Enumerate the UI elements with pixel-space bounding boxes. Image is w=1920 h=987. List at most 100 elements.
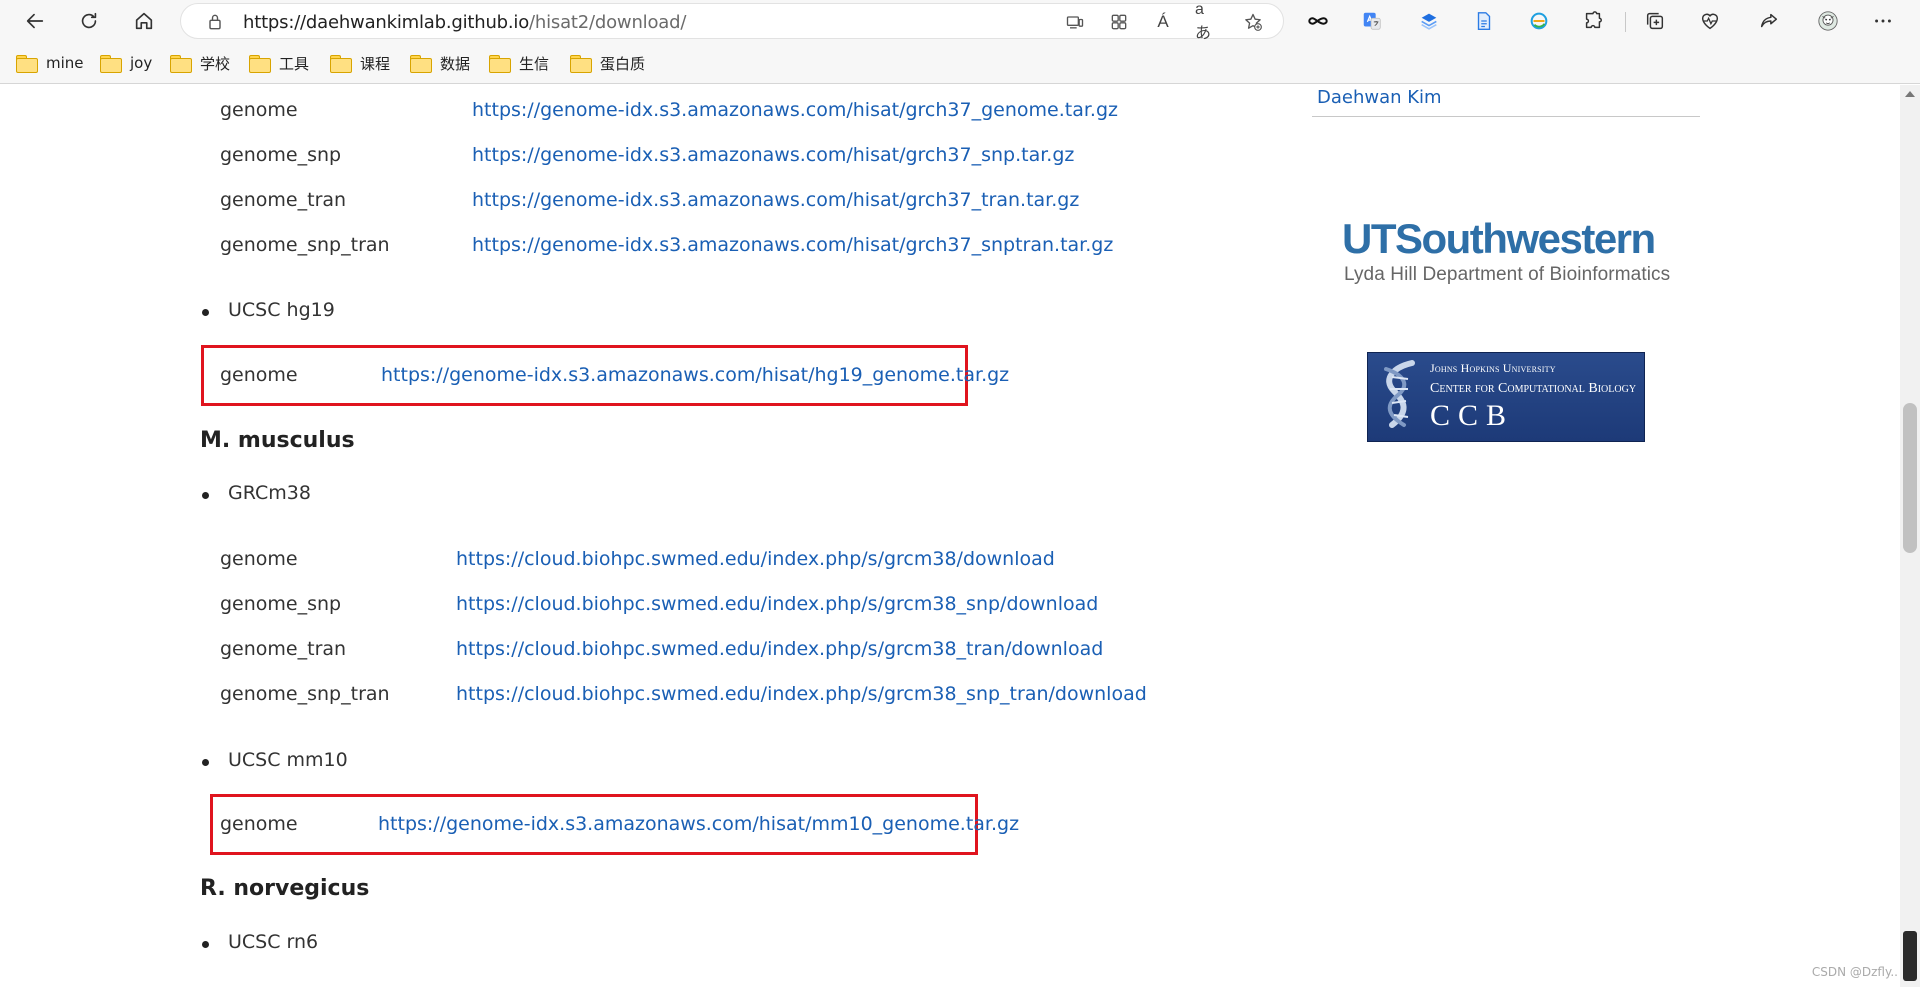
page-scrollbar[interactable]	[1900, 85, 1920, 987]
profile-button[interactable]	[1811, 4, 1845, 38]
author-link[interactable]: Daehwan Kim	[1317, 87, 1442, 108]
bookmark-label: 工具	[279, 54, 310, 73]
bookmark-folder-data[interactable]: 数据	[410, 52, 470, 74]
bookmark-folder-bioinfo[interactable]: 生信	[489, 52, 549, 74]
download-link-grcm38-snp-tran[interactable]: https://cloud.biohpc.swmed.edu/index.php…	[456, 683, 1147, 705]
url-host: https://daehwankimlab.github.io	[243, 12, 530, 33]
watermark-text: CSDN @Dzfly..	[1811, 965, 1898, 979]
back-arrow-icon	[26, 13, 44, 29]
section-title-r-norvegicus: R. norvegicus	[200, 876, 370, 901]
layers-icon	[1421, 13, 1437, 30]
download-link-grcm38-tran[interactable]: https://cloud.biohpc.swmed.edu/index.php…	[456, 638, 1103, 660]
bookmark-folder-courses[interactable]: 课程	[330, 52, 390, 74]
row-label: genome	[220, 813, 298, 835]
ccb-center-text: Center for Computational Biology	[1430, 381, 1637, 396]
heartbeat-icon	[1701, 13, 1719, 30]
bookmark-folder-tools[interactable]: 工具	[249, 52, 309, 74]
home-icon	[135, 12, 153, 30]
download-link-grch37-genome[interactable]: https://genome-idx.s3.amazonaws.com/hisa…	[472, 99, 1118, 121]
url-path: /hisat2/download/	[529, 12, 687, 33]
home-button[interactable]	[127, 4, 161, 38]
share-icon	[1760, 13, 1778, 28]
row-label: genome	[220, 548, 298, 570]
utsw-department-text: Lyda Hill Department of Bioinformatics	[1344, 264, 1671, 285]
back-button[interactable]	[18, 4, 52, 38]
url-text[interactable]: https://daehwankimlab.github.io/hisat2/d…	[243, 12, 686, 33]
bookmark-folder-protein[interactable]: 蛋白质	[570, 52, 645, 74]
infinity-extension-button[interactable]	[1301, 4, 1335, 38]
ccb-university-text: Johns Hopkins University	[1430, 361, 1556, 375]
bookmark-label: 蛋白质	[600, 54, 646, 73]
scrollbar-thumb[interactable]	[1903, 403, 1917, 553]
download-link-grch37-snp[interactable]: https://genome-idx.s3.amazonaws.com/hisa…	[472, 144, 1074, 166]
row-label: genome	[220, 99, 298, 121]
edge-e-icon	[1530, 12, 1548, 30]
folder-icon	[410, 55, 432, 73]
bookmark-folder-school[interactable]: 学校	[170, 52, 230, 74]
add-favorite-icon[interactable]	[1241, 10, 1265, 34]
document-extension[interactable]	[1467, 4, 1501, 38]
folder-icon	[16, 55, 38, 73]
collections-icon	[1646, 12, 1664, 30]
folder-icon	[489, 55, 511, 73]
collections-button[interactable]	[1638, 4, 1672, 38]
ut-southwestern-logo[interactable]: UTSouthwestern Lyda Hill Department of B…	[1340, 215, 1680, 285]
bookmark-label: 生信	[519, 54, 550, 73]
row-label: genome_snp_tran	[220, 683, 390, 705]
share-button[interactable]	[1752, 4, 1786, 38]
google-translate-extension[interactable]	[1355, 4, 1389, 38]
download-link-grch37-snptran[interactable]: https://genome-idx.s3.amazonaws.com/hisa…	[472, 234, 1113, 256]
bookmarks-bar: mine joy 学校 工具 课程 数据 生信 蛋白质	[0, 42, 1920, 84]
document-icon	[1477, 12, 1491, 30]
folder-icon	[249, 55, 271, 73]
download-link-grch37-tran[interactable]: https://genome-idx.s3.amazonaws.com/hisa…	[472, 189, 1079, 211]
folder-icon	[170, 55, 192, 73]
row-label: genome_snp	[220, 144, 342, 166]
page-content: genome https://genome-idx.s3.amazonaws.c…	[0, 85, 1900, 987]
jhu-ccb-logo[interactable]: Johns Hopkins University Center for Comp…	[1367, 352, 1645, 442]
download-link-mm10-genome[interactable]: https://genome-idx.s3.amazonaws.com/hisa…	[378, 813, 1019, 835]
google-translate-icon	[1363, 12, 1381, 30]
bookmark-label: joy	[130, 54, 153, 72]
ccb-acronym-text: CCB	[1430, 399, 1515, 432]
more-options-button[interactable]	[1866, 4, 1900, 38]
row-label: genome	[220, 364, 298, 386]
bookmark-label: 课程	[360, 54, 391, 73]
bookmark-label: 数据	[440, 54, 471, 73]
extensions-button[interactable]	[1576, 4, 1610, 38]
bookmark-folder-mine[interactable]: mine	[16, 52, 84, 74]
browser-toolbar: https://daehwankimlab.github.io/hisat2/d…	[0, 0, 1920, 42]
row-label: genome_tran	[220, 638, 347, 660]
row-label: genome_tran	[220, 189, 347, 211]
refresh-button[interactable]	[72, 4, 106, 38]
lock-icon[interactable]	[203, 10, 227, 34]
scrollbar-bottom-widget	[1903, 931, 1917, 981]
download-link-grcm38-genome[interactable]: https://cloud.biohpc.swmed.edu/index.php…	[456, 548, 1055, 570]
download-link-hg19-genome[interactable]: https://genome-idx.s3.amazonaws.com/hisa…	[381, 364, 1009, 386]
row-label: genome_snp_tran	[220, 234, 390, 256]
apps-grid-icon[interactable]	[1107, 10, 1131, 34]
edge-extension[interactable]	[1522, 4, 1556, 38]
dna-helix-icon	[1384, 360, 1415, 428]
scroll-up-arrow-icon[interactable]	[1905, 91, 1915, 97]
address-bar[interactable]: https://daehwankimlab.github.io/hisat2/d…	[180, 1, 1284, 42]
read-aloud-icon[interactable]: Á	[1151, 10, 1175, 34]
download-link-grcm38-snp[interactable]: https://cloud.biohpc.swmed.edu/index.php…	[456, 593, 1098, 615]
puzzle-icon	[1585, 11, 1602, 29]
bullet-ucsc-mm10: UCSC mm10	[202, 749, 348, 771]
bullet-ucsc-hg19: UCSC hg19	[202, 299, 335, 321]
toolbar-divider	[1625, 12, 1626, 32]
bookmark-folder-joy[interactable]: joy	[100, 52, 152, 74]
utsw-logo-text: UTSouthwestern	[1342, 215, 1656, 262]
folder-icon	[570, 55, 592, 73]
translate-icon[interactable]: aあ	[1195, 1, 1219, 42]
bookmark-label: 学校	[200, 54, 231, 73]
layers-extension[interactable]	[1412, 4, 1446, 38]
section-title-m-musculus: M. musculus	[200, 428, 355, 453]
browser-essentials-button[interactable]	[1693, 4, 1727, 38]
ellipsis-icon	[1875, 19, 1891, 23]
row-label: genome_snp	[220, 593, 342, 615]
app-available-icon[interactable]	[1063, 10, 1087, 34]
folder-icon	[330, 55, 352, 73]
bookmark-label: mine	[46, 54, 84, 72]
